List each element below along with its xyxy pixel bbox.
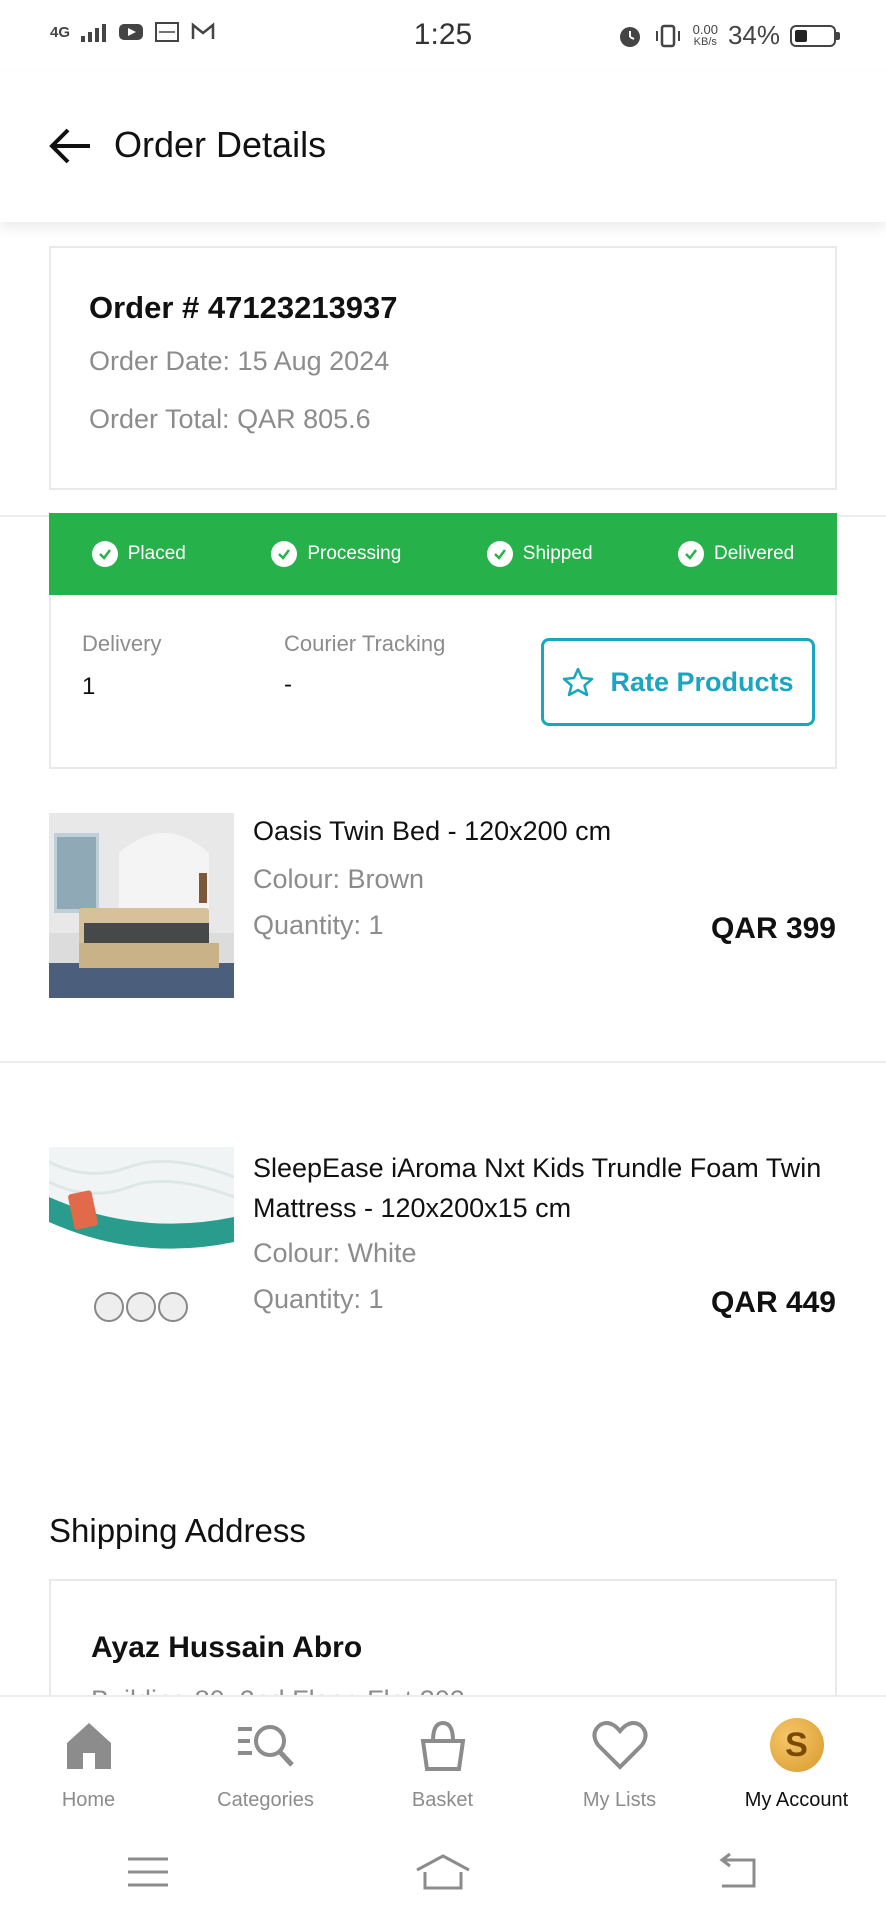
battery-icon — [790, 24, 840, 47]
product-quantity: Quantity: 1 — [253, 910, 384, 940]
data-speed-unit: KB/s — [693, 35, 717, 48]
back-system-button[interactable] — [698, 1842, 778, 1902]
nav-label: My Account — [744, 1789, 849, 1811]
star-icon — [563, 667, 594, 697]
section-divider — [0, 1061, 886, 1063]
status-step-label: Shipped — [522, 543, 593, 564]
account-coin-icon: S — [767, 1715, 827, 1775]
back-button[interactable] — [40, 116, 100, 176]
home-system-button[interactable] — [403, 1842, 483, 1902]
nav-label: Home — [61, 1789, 116, 1811]
nav-basket[interactable]: Basket — [354, 1715, 531, 1812]
bottom-navigation: Home Categories Basket My Lists S My Acc… — [0, 1695, 886, 1922]
product-image-bed[interactable] — [49, 813, 234, 998]
recipient-name: Ayaz Hussain Abro — [91, 1631, 363, 1664]
courier-tracking-value: - — [284, 671, 292, 698]
order-date: Order Date: 15 Aug 2024 — [89, 346, 390, 376]
delivery-value: 1 — [82, 673, 96, 700]
product-price: QAR 449 — [710, 1286, 836, 1319]
page-title: Order Details — [114, 124, 327, 165]
check-circle-icon — [91, 541, 118, 567]
heart-icon — [590, 1715, 650, 1775]
app-header: Order Details — [0, 72, 886, 222]
nav-my-lists[interactable]: My Lists — [531, 1715, 708, 1812]
shipping-address-heading: Shipping Address — [49, 1512, 306, 1549]
order-status-tracker: Placed Processing Shipped Delivered — [49, 513, 837, 595]
status-step-label: Placed — [127, 543, 186, 564]
check-circle-icon — [677, 541, 704, 567]
vibrate-icon — [655, 24, 680, 47]
battery-fill — [795, 29, 807, 42]
delivery-label: Delivery — [82, 631, 162, 656]
nav-label: Categories — [217, 1789, 314, 1811]
data-speed-value: 0.00 — [692, 21, 718, 37]
home-outline-icon — [416, 1854, 470, 1890]
product-image-mattress[interactable] — [49, 1147, 234, 1332]
nav-label: Basket — [411, 1789, 474, 1811]
status-right: 0.00 KB/s 34% — [617, 20, 840, 51]
home-icon — [59, 1715, 119, 1775]
nav-categories[interactable]: Categories — [177, 1715, 354, 1812]
product-colour: Colour: Brown — [253, 864, 425, 894]
basket-icon — [413, 1715, 473, 1775]
nav-label: My Lists — [582, 1789, 657, 1811]
mattress-image — [49, 1147, 234, 1332]
menu-button[interactable] — [108, 1842, 188, 1902]
product-name[interactable]: Oasis Twin Bed - 120x200 cm — [253, 811, 843, 851]
product-name[interactable]: SleepEase iAroma Nxt Kids Trundle Foam T… — [253, 1148, 843, 1228]
alarm-icon — [619, 26, 640, 47]
status-step-label: Processing — [307, 543, 402, 564]
categories-search-icon — [236, 1715, 296, 1775]
courier-tracking-label: Courier Tracking — [284, 631, 446, 656]
product-colour: Colour: White — [253, 1238, 417, 1268]
status-bar: 4G 1:25 0.00 KB/s 34% — [0, 0, 886, 72]
back-return-icon — [719, 1852, 756, 1888]
check-circle-icon — [486, 541, 513, 567]
status-step-shipped: Shipped — [486, 541, 593, 567]
rate-products-button[interactable]: Rate Products — [541, 638, 815, 726]
order-total: Order Total: QAR 805.6 — [89, 404, 371, 434]
system-navigation-bar — [0, 1842, 886, 1902]
status-step-delivered: Delivered — [677, 541, 795, 567]
status-step-placed: Placed — [91, 541, 186, 567]
data-speed: 0.00 KB/s — [692, 21, 718, 48]
delivery-info-box: Delivery 1 Courier Tracking - Rate Produ… — [49, 595, 837, 769]
order-number: Order # 47123213937 — [89, 290, 398, 325]
rate-products-label: Rate Products — [610, 666, 794, 697]
battery-percent: 34% — [727, 20, 780, 50]
order-summary-card: Order # 47123213937 Order Date: 15 Aug 2… — [49, 246, 837, 490]
menu-icon — [127, 1857, 168, 1887]
arrow-left-icon — [49, 128, 90, 164]
bed-image — [49, 813, 234, 998]
status-step-processing: Processing — [271, 541, 401, 567]
product-price: QAR 399 — [710, 912, 836, 945]
check-circle-icon — [271, 541, 298, 567]
nav-my-account[interactable]: S My Account — [708, 1715, 885, 1812]
coin-badge: S — [769, 1718, 824, 1772]
nav-home[interactable]: Home — [0, 1715, 177, 1812]
status-step-label: Delivered — [713, 543, 795, 564]
product-quantity: Quantity: 1 — [253, 1284, 384, 1314]
